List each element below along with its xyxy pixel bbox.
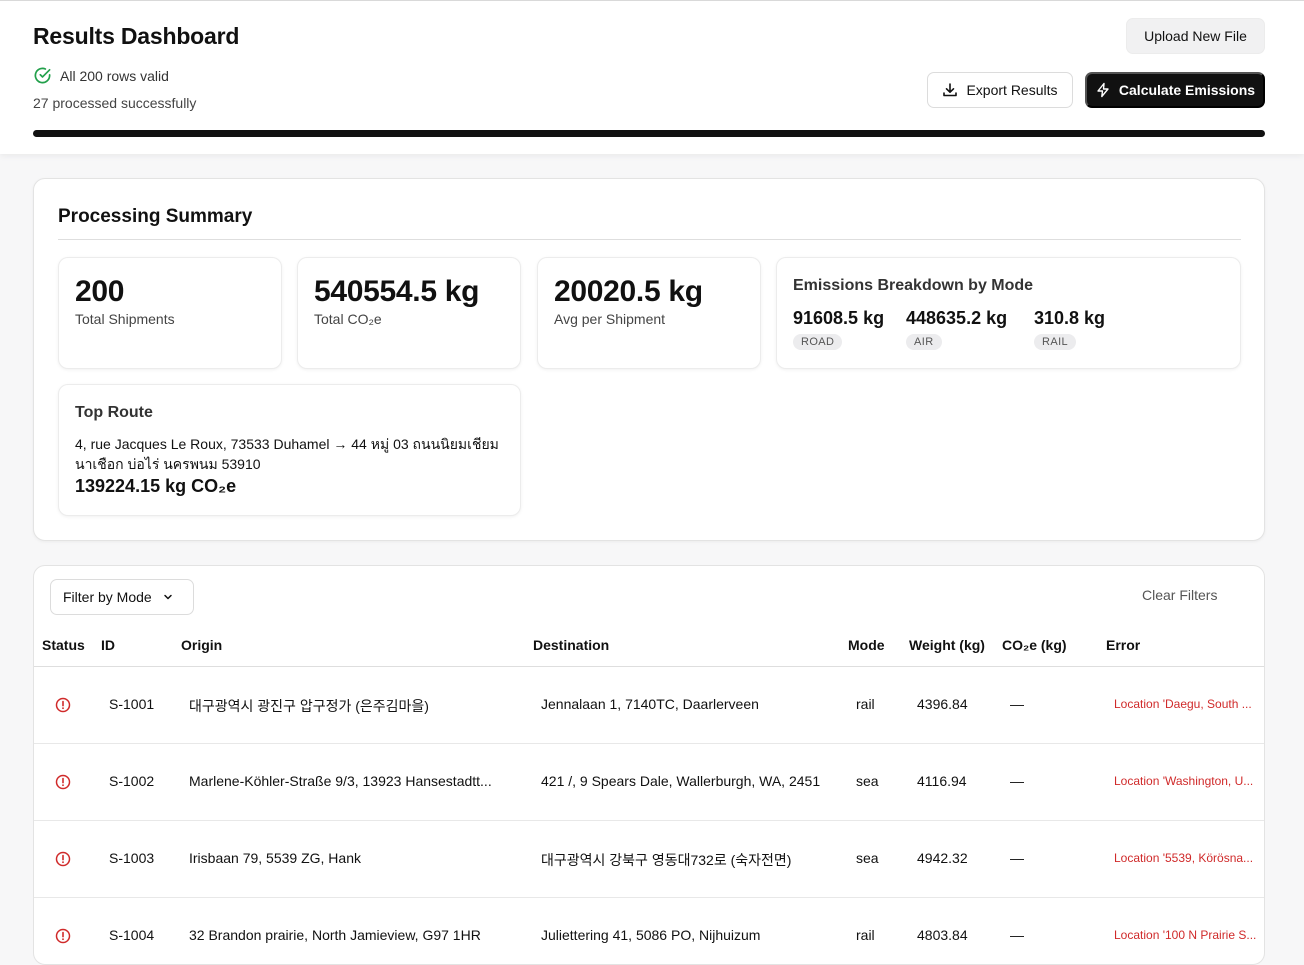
chevron-down-icon xyxy=(163,594,172,600)
breakdown-title: Emissions Breakdown by Mode xyxy=(793,277,1034,294)
error-circle-icon xyxy=(55,774,71,790)
table-row[interactable]: S-1002 Marlene-Köhler-Straße 9/3, 13923 … xyxy=(34,744,1264,821)
summary-title: Processing Summary xyxy=(58,206,253,227)
error-circle-icon xyxy=(55,851,71,867)
cell-weight: 4942.32 xyxy=(917,850,968,866)
cell-origin: 대구광역시 광진구 압구정가 (은주김마을) xyxy=(189,698,429,714)
column-header-id[interactable]: ID xyxy=(101,637,115,653)
top-route-value: 139224.15 kg CO₂e xyxy=(75,476,237,496)
top-route-text: 4, rue Jacques Le Roux, 73533 Duhamel → … xyxy=(75,436,499,472)
breakdown-item-rail: 310.8 kg RAIL xyxy=(1034,308,1105,350)
error-circle-icon xyxy=(55,928,71,944)
cell-destination: 대구광역시 강북구 영동대732로 (숙자전면) xyxy=(541,852,792,868)
breakdown-item-air: 448635.2 kg AIR xyxy=(906,308,1007,350)
emissions-breakdown-card: Emissions Breakdown by Mode 91608.5 kg R… xyxy=(776,257,1241,369)
cell-error: Location 'Washington, U... xyxy=(1114,774,1254,788)
cell-co2e: — xyxy=(1010,773,1024,789)
cell-weight: 4396.84 xyxy=(917,696,968,712)
processing-summary-card: Processing Summary 200 Total Shipments 5… xyxy=(33,178,1265,541)
mode-badge: ROAD xyxy=(793,334,843,350)
mode-badge: AIR xyxy=(906,334,942,350)
calculate-label: Calculate Emissions xyxy=(1118,82,1256,98)
filter-label: Filter by Mode xyxy=(63,589,152,605)
cell-weight: 4803.84 xyxy=(917,927,968,943)
column-header-origin[interactable]: Origin xyxy=(181,637,222,653)
top-route-card: Top Route 4, rue Jacques Le Roux, 73533 … xyxy=(58,384,521,516)
cell-mode: rail xyxy=(856,927,875,943)
breakdown-value: 91608.5 kg xyxy=(793,308,885,328)
cell-origin: Marlene-Köhler-Straße 9/3, 13923 Hansest… xyxy=(189,773,492,789)
download-icon xyxy=(943,83,958,97)
column-header-status[interactable]: Status xyxy=(42,637,85,653)
column-header-destination[interactable]: Destination xyxy=(533,637,609,653)
page-title: Results Dashboard xyxy=(33,23,240,49)
cell-mode: rail xyxy=(856,696,875,712)
processed-count: 27 processed successfully xyxy=(33,95,197,111)
cell-destination: 421 /, 9 Spears Dale, Wallerburgh, WA, 2… xyxy=(541,773,821,789)
cell-co2e: — xyxy=(1010,696,1024,712)
column-header-mode[interactable]: Mode xyxy=(848,637,885,653)
filter-by-mode-dropdown[interactable]: Filter by Mode xyxy=(50,579,194,615)
cell-origin: Irisbaan 79, 5539 ZG, Hank xyxy=(189,850,361,866)
calculate-emissions-button[interactable]: Calculate Emissions xyxy=(1085,72,1265,108)
cell-destination: Jennalaan 1, 7140TC, Daarlerveen xyxy=(541,696,759,712)
upload-new-file-button[interactable]: Upload New File xyxy=(1126,18,1265,54)
lightning-icon xyxy=(1097,82,1109,98)
cell-co2e: — xyxy=(1010,850,1024,866)
cell-id: S-1003 xyxy=(109,850,155,866)
cell-mode: sea xyxy=(856,850,879,866)
cell-id: S-1001 xyxy=(109,696,155,712)
progress-bar xyxy=(33,130,1265,137)
cell-origin: 32 Brandon prairie, North Jamieview, G97… xyxy=(189,927,481,943)
breakdown-value: 448635.2 kg xyxy=(906,308,1008,328)
cell-id: S-1002 xyxy=(109,773,155,789)
validation-text: All 200 rows valid xyxy=(60,67,169,84)
cell-error: Location '5539, Körösna... xyxy=(1114,851,1254,865)
breakdown-value: 310.8 kg xyxy=(1034,308,1106,328)
export-label: Export Results xyxy=(966,82,1058,98)
progress-fill xyxy=(33,130,1265,137)
cell-error: Location '100 N Prairie S... xyxy=(1114,928,1257,942)
breakdown-item-road: 91608.5 kg ROAD xyxy=(793,308,884,350)
upload-label: Upload New File xyxy=(1144,28,1247,44)
stat-card-total-shipments: 200 Total Shipments xyxy=(58,257,282,369)
stat-label: Total Shipments xyxy=(75,311,175,327)
header-panel: Results Dashboard All 200 rows valid 27 … xyxy=(0,0,1304,154)
column-header-weight[interactable]: Weight (kg) xyxy=(909,637,985,653)
stat-value: 20020.5 kg xyxy=(554,275,703,308)
stat-card-avg-per-shipment: 20020.5 kg Avg per Shipment xyxy=(537,257,761,369)
stat-value: 200 xyxy=(75,275,125,308)
cell-error: Location 'Daegu, South ... xyxy=(1114,697,1252,711)
column-header-co2e[interactable]: CO₂e (kg) xyxy=(1002,637,1067,653)
cell-destination: Juliettering 41, 5086 PO, Nijhuizum xyxy=(541,927,761,943)
stat-card-total-co2e: 540554.5 kg Total CO₂e xyxy=(297,257,521,369)
mode-badge: RAIL xyxy=(1034,334,1077,350)
clear-filters-button[interactable]: Clear Filters xyxy=(1142,587,1217,603)
stat-value: 540554.5 kg xyxy=(314,275,480,308)
cell-weight: 4116.94 xyxy=(917,773,967,789)
stat-label: Total CO₂e xyxy=(314,311,382,327)
table-row[interactable]: S-1003 Irisbaan 79, 5539 ZG, Hank 대구광역시 … xyxy=(34,821,1264,898)
validation-status: All 200 rows valid xyxy=(33,66,169,85)
stat-label: Avg per Shipment xyxy=(554,311,666,327)
cell-co2e: — xyxy=(1010,927,1024,943)
export-results-button[interactable]: Export Results xyxy=(927,72,1073,108)
column-header-error[interactable]: Error xyxy=(1106,637,1140,653)
check-circle-icon xyxy=(34,67,51,84)
cell-mode: sea xyxy=(856,773,879,789)
top-route-title: Top Route xyxy=(75,404,153,421)
divider xyxy=(58,239,1241,240)
cell-id: S-1004 xyxy=(109,927,155,943)
error-circle-icon xyxy=(55,697,71,713)
results-table-card: Filter by Mode Clear Filters Status ID O… xyxy=(33,565,1265,965)
table-row[interactable]: S-1001 대구광역시 광진구 압구정가 (은주김마을) Jennalaan … xyxy=(34,667,1264,744)
